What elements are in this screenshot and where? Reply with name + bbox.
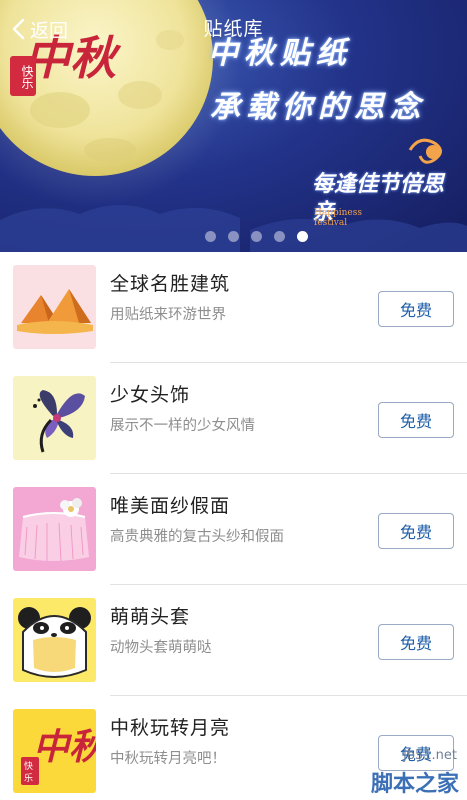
festival-badge: 每逢佳节倍思亲 Happiness festival [308, 160, 458, 240]
list-item[interactable]: 萌萌头套 动物头套萌萌哒 免费 [0, 585, 467, 696]
top-bar: 返回 贴纸库 [0, 0, 467, 56]
list-item[interactable]: 少女头饰 展示不一样的少女风情 免费 [0, 363, 467, 474]
site-watermark: jb51.net 脚本之家 [313, 748, 463, 797]
sticker-pack-list: 全球名胜建筑 用贴纸来环游世界 免费 少女头饰 展示不一样的少女风情 免费 唯美… [0, 252, 467, 800]
panda-hood-icon [13, 598, 96, 682]
free-button[interactable]: 免费 [378, 513, 454, 549]
item-name: 全球名胜建筑 [110, 273, 231, 295]
item-name: 萌萌头套 [110, 606, 191, 628]
page-title: 贴纸库 [203, 18, 264, 40]
veil-icon [13, 487, 96, 571]
list-item[interactable]: 唯美面纱假面 高贵典雅的复古头纱和假面 免费 [0, 474, 467, 585]
item-description: 用贴纸来环游世界 [110, 307, 226, 323]
watermark-label: 脚本之家 [370, 772, 459, 797]
carousel-dot-2[interactable] [227, 231, 239, 242]
carousel-indicator [0, 231, 467, 242]
carousel-dot-4[interactable] [273, 231, 285, 242]
watermark-site: jb51.net [403, 748, 457, 763]
butterfly-headpiece-icon [13, 376, 96, 460]
list-item[interactable]: 全球名胜建筑 用贴纸来环游世界 免费 [0, 252, 467, 363]
item-name: 唯美面纱假面 [110, 495, 231, 517]
item-description: 中秋玩转月亮吧！ [110, 751, 226, 767]
badge-english-text: Happiness festival [314, 208, 362, 228]
carousel-dot-1[interactable] [204, 231, 216, 242]
item-description: 动物头套萌萌哒 [110, 640, 212, 656]
banner-slogan-line2: 承载你的思念 [210, 90, 426, 125]
free-button[interactable]: 免费 [378, 402, 454, 438]
free-button[interactable]: 免费 [378, 291, 454, 327]
promo-banner[interactable]: 中秋 快乐 中秋贴纸 承载你的思念 每逢佳节倍思亲 Happiness fest… [0, 0, 467, 252]
item-name: 少女头饰 [110, 384, 191, 406]
carousel-dot-3[interactable] [250, 231, 262, 242]
logo-small-text: 快乐 [10, 56, 36, 96]
item-description: 高贵典雅的复古头纱和假面 [110, 529, 284, 545]
free-button[interactable]: 免费 [378, 624, 454, 660]
item-name: 中秋玩转月亮 [110, 717, 231, 739]
svg-text:乐: 乐 [24, 772, 33, 784]
item-description: 展示不一样的少女风情 [110, 418, 255, 434]
carousel-dot-5[interactable] [296, 231, 308, 242]
mid-autumn-logo-icon: 中秋 快 乐 [13, 709, 96, 793]
svg-text:快: 快 [24, 760, 33, 772]
pyramid-icon [13, 265, 96, 349]
svg-text:中秋: 中秋 [33, 726, 96, 768]
